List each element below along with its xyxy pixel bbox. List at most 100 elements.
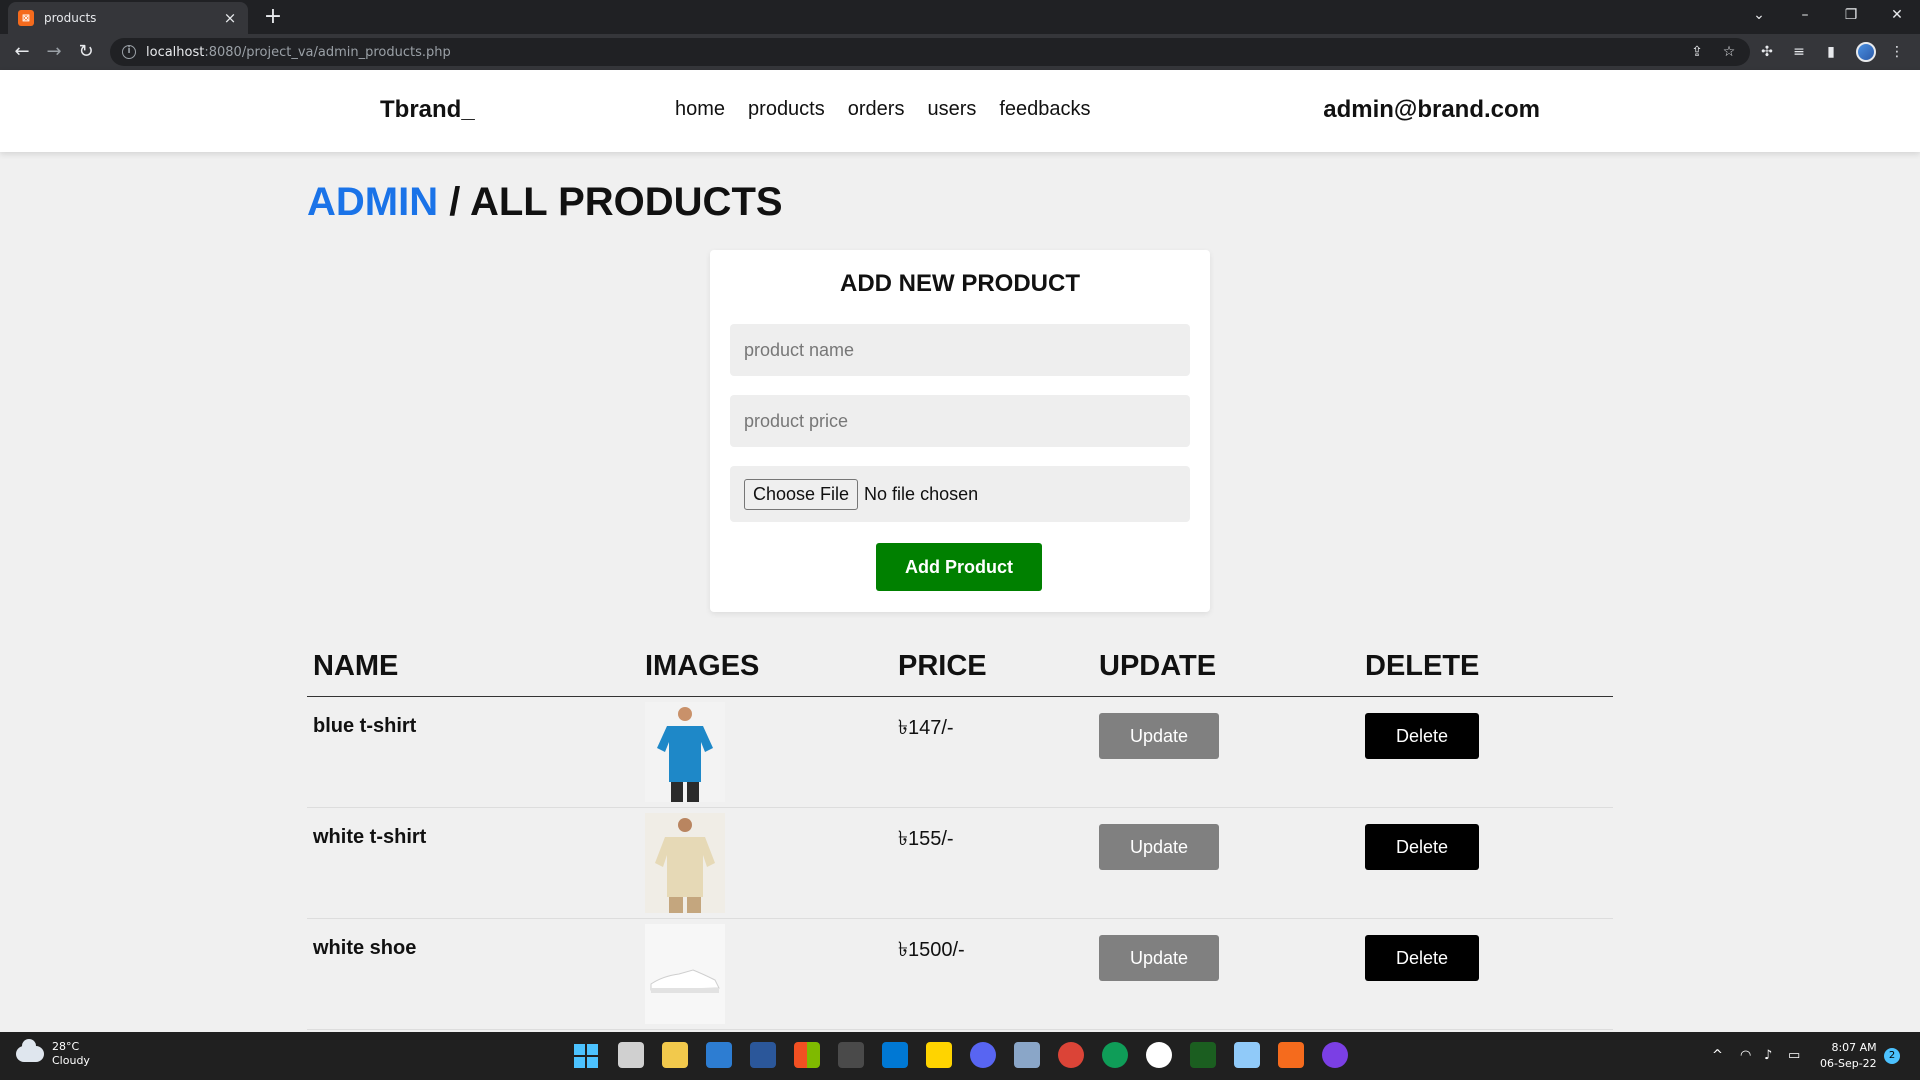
- wifi-icon[interactable]: ◠: [1740, 1048, 1751, 1063]
- tab-search-icon[interactable]: ⌄: [1736, 0, 1782, 30]
- delete-button[interactable]: Delete: [1365, 824, 1479, 870]
- product-price-input[interactable]: [730, 395, 1190, 447]
- xampp-icon[interactable]: [1278, 1042, 1304, 1068]
- reading-list-icon[interactable]: ≡: [1788, 41, 1810, 63]
- menu-kebab-icon[interactable]: ⋮: [1886, 41, 1908, 63]
- tab-title: products: [44, 11, 97, 25]
- products-table: NAME IMAGES PRICE UPDATE DELETE blue t-s…: [307, 648, 1613, 1030]
- github-desktop-icon[interactable]: [1322, 1042, 1348, 1068]
- extensions-icon[interactable]: ✣: [1756, 41, 1778, 63]
- virtualbox-icon[interactable]: [1234, 1042, 1260, 1068]
- clock-time: 8:07 AM: [1831, 1041, 1877, 1054]
- nav-feedbacks[interactable]: feedbacks: [999, 98, 1090, 121]
- weather-widget[interactable]: 28°C Cloudy: [16, 1039, 90, 1068]
- vscode-icon[interactable]: [882, 1042, 908, 1068]
- add-product-button[interactable]: Add Product: [876, 543, 1042, 591]
- add-product-form: ADD NEW PRODUCT Choose File No file chos…: [710, 250, 1210, 612]
- new-tab-button[interactable]: +: [258, 2, 288, 32]
- admin-email: admin@brand.com: [1323, 96, 1540, 123]
- minimize-icon[interactable]: –: [1782, 0, 1828, 30]
- windows-taskbar: 28°C Cloudy ^ ◠ ♪ ▭ 8:07 AM 06-Sep-22 2: [0, 1032, 1920, 1080]
- weather-temperature: 28°C: [52, 1040, 80, 1053]
- task-view-icon[interactable]: [618, 1042, 644, 1068]
- nav-users[interactable]: users: [927, 98, 976, 121]
- header-images: IMAGES: [645, 650, 760, 682]
- product-price: ৳147/-: [898, 717, 954, 739]
- site-header: Tbrand_ home products orders users feedb…: [0, 70, 1920, 152]
- product-image-white-tshirt: [645, 813, 725, 913]
- breadcrumb-admin: ADMIN: [307, 180, 439, 224]
- show-hidden-icons-icon[interactable]: ^: [1712, 1048, 1723, 1063]
- remote-desktop-icon[interactable]: [838, 1042, 864, 1068]
- terminal-icon[interactable]: [1190, 1042, 1216, 1068]
- clock-date: 06-Sep-22: [1820, 1057, 1877, 1070]
- site-info-icon[interactable]: i: [122, 45, 136, 59]
- sticky-notes-icon[interactable]: [926, 1042, 952, 1068]
- product-image-file-input: Choose File No file chosen: [730, 466, 1190, 522]
- header-name: NAME: [313, 650, 399, 682]
- close-window-icon[interactable]: ✕: [1874, 0, 1920, 30]
- chrome-icon[interactable]: [1058, 1042, 1084, 1068]
- product-price: ৳1500/-: [898, 939, 965, 961]
- page-title: ADMIN / ALL PRODUCTS: [307, 180, 783, 225]
- table-header: NAME IMAGES PRICE UPDATE DELETE: [307, 648, 1613, 697]
- header-update: UPDATE: [1099, 650, 1217, 682]
- reload-icon[interactable]: ↻: [72, 38, 100, 66]
- product-name-input[interactable]: [730, 324, 1190, 376]
- table-row: white t-shirt ৳155/- Update Delete: [307, 808, 1613, 919]
- table-row: blue t-shirt ৳147/- Update Delete: [307, 697, 1613, 808]
- chrome-profile-icon[interactable]: [1102, 1042, 1128, 1068]
- address-bar[interactable]: i localhost:8080/project_va/admin_produc…: [110, 38, 1750, 66]
- brand-logo[interactable]: Tbrand_: [380, 96, 475, 124]
- product-image-white-shoe: [645, 924, 725, 1024]
- product-name: white shoe: [313, 937, 417, 959]
- browser-toolbar: ← → ↻ i localhost:8080/project_va/admin_…: [0, 34, 1920, 70]
- notepad-icon[interactable]: [706, 1042, 732, 1068]
- discord-icon[interactable]: [970, 1042, 996, 1068]
- microsoft-store-icon[interactable]: [794, 1042, 820, 1068]
- volume-icon[interactable]: ♪: [1764, 1048, 1772, 1063]
- header-delete: DELETE: [1365, 650, 1480, 682]
- browser-tab-bar: ⊠ products × + ⌄ – ❐ ✕: [0, 0, 1920, 34]
- back-icon[interactable]: ←: [8, 38, 36, 66]
- tab-close-icon[interactable]: ×: [222, 9, 238, 27]
- breadcrumb-separator: /: [438, 180, 470, 224]
- nav-orders[interactable]: orders: [848, 98, 905, 121]
- weather-condition: Cloudy: [52, 1054, 90, 1067]
- product-name: white t-shirt: [313, 826, 427, 848]
- update-button[interactable]: Update: [1099, 713, 1219, 759]
- word-icon[interactable]: [750, 1042, 776, 1068]
- share-icon[interactable]: ⇪: [1686, 41, 1708, 63]
- choose-file-button[interactable]: Choose File: [744, 478, 859, 510]
- cloud-icon: [16, 1039, 44, 1062]
- product-price: ৳155/-: [898, 828, 954, 850]
- update-button[interactable]: Update: [1099, 824, 1219, 870]
- update-button[interactable]: Update: [1099, 935, 1219, 981]
- photos-icon[interactable]: [1014, 1042, 1040, 1068]
- bookmark-star-icon[interactable]: ☆: [1718, 41, 1740, 63]
- delete-button[interactable]: Delete: [1365, 713, 1479, 759]
- battery-icon[interactable]: ▭: [1788, 1048, 1800, 1063]
- header-price: PRICE: [898, 650, 987, 682]
- file-explorer-icon[interactable]: [662, 1042, 688, 1068]
- breadcrumb-current: ALL PRODUCTS: [469, 180, 783, 224]
- main-nav: home products orders users feedbacks: [675, 98, 1091, 121]
- table-row: white shoe ৳1500/- Update Delete: [307, 919, 1613, 1030]
- forward-icon[interactable]: →: [40, 38, 68, 66]
- url-path: :8080/project_va/admin_products.php: [204, 44, 451, 60]
- browser-tab-products[interactable]: ⊠ products ×: [8, 2, 248, 34]
- file-status: No file chosen: [864, 483, 979, 504]
- xampp-favicon-icon: ⊠: [18, 10, 34, 26]
- nav-home[interactable]: home: [675, 98, 725, 121]
- notification-badge[interactable]: 2: [1884, 1048, 1900, 1064]
- system-clock[interactable]: 8:07 AM 06-Sep-22: [1820, 1040, 1877, 1072]
- profile-avatar[interactable]: [1856, 42, 1876, 62]
- restore-icon[interactable]: ❐: [1828, 0, 1874, 30]
- side-panel-icon[interactable]: ▮: [1820, 41, 1842, 63]
- nav-products[interactable]: products: [748, 98, 825, 121]
- delete-button[interactable]: Delete: [1365, 935, 1479, 981]
- url-host: localhost: [146, 44, 205, 60]
- start-icon[interactable]: [574, 1044, 598, 1068]
- form-title: ADD NEW PRODUCT: [840, 270, 1080, 297]
- clock-app-icon[interactable]: [1146, 1042, 1172, 1068]
